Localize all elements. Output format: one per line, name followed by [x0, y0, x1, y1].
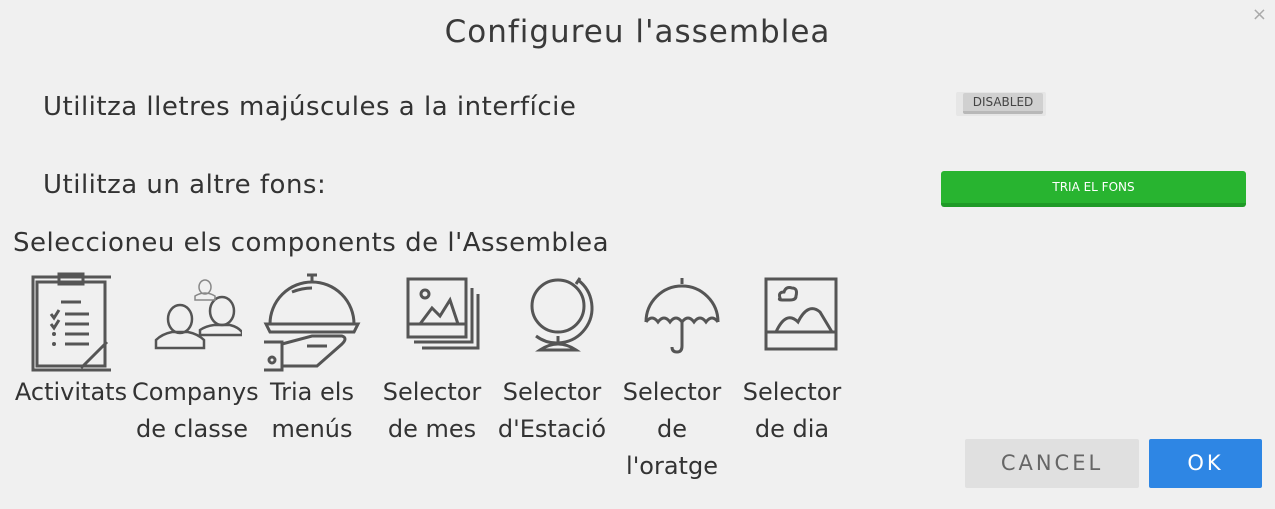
image-stack-icon: [406, 277, 480, 350]
classmates-icon: [154, 279, 242, 350]
choose-background-button[interactable]: TRIA EL FONS: [941, 171, 1246, 207]
uppercase-label: Utilitza lletres majúscules a la interfí…: [43, 92, 577, 122]
component-menus[interactable]: Tria els menús: [252, 272, 372, 448]
component-label: Activitats: [14, 378, 128, 406]
component-selector-oratge[interactable]: Selector de l'oratge: [612, 272, 732, 485]
component-selector-estacio[interactable]: Selector d'Estació: [492, 272, 612, 448]
globe-icon: [530, 277, 594, 352]
close-icon[interactable]: ×: [1252, 4, 1267, 25]
ok-button[interactable]: OK: [1149, 439, 1262, 488]
component-activitats[interactable]: Activitats: [11, 272, 131, 411]
background-label: Utilitza un altre fons:: [43, 170, 327, 200]
component-label: Selector de dia: [742, 378, 842, 443]
component-label: Companys de classe: [132, 378, 259, 443]
component-label: Selector de mes: [382, 378, 482, 443]
clipboard-icon: [31, 272, 111, 372]
component-label: Tria els menús: [270, 378, 354, 443]
serving-dish-icon: [263, 273, 361, 372]
landscape-picture-icon: [764, 277, 838, 351]
uppercase-toggle-state: DISABLED: [963, 93, 1043, 114]
umbrella-icon: [644, 278, 720, 354]
component-companys[interactable]: Companys de classe: [132, 272, 259, 448]
component-label: Selector de l'oratge: [622, 378, 722, 480]
component-label: Selector d'Estació: [497, 378, 607, 443]
cancel-button[interactable]: CANCEL: [965, 439, 1139, 488]
dialog-title: Configureu l'assemblea: [444, 14, 831, 50]
uppercase-toggle[interactable]: DISABLED: [956, 92, 1046, 116]
component-selector-dia[interactable]: Selector de dia: [732, 272, 852, 448]
component-selector-mes[interactable]: Selector de mes: [372, 272, 492, 448]
components-heading: Seleccioneu els components de l'Assemble…: [13, 228, 610, 258]
